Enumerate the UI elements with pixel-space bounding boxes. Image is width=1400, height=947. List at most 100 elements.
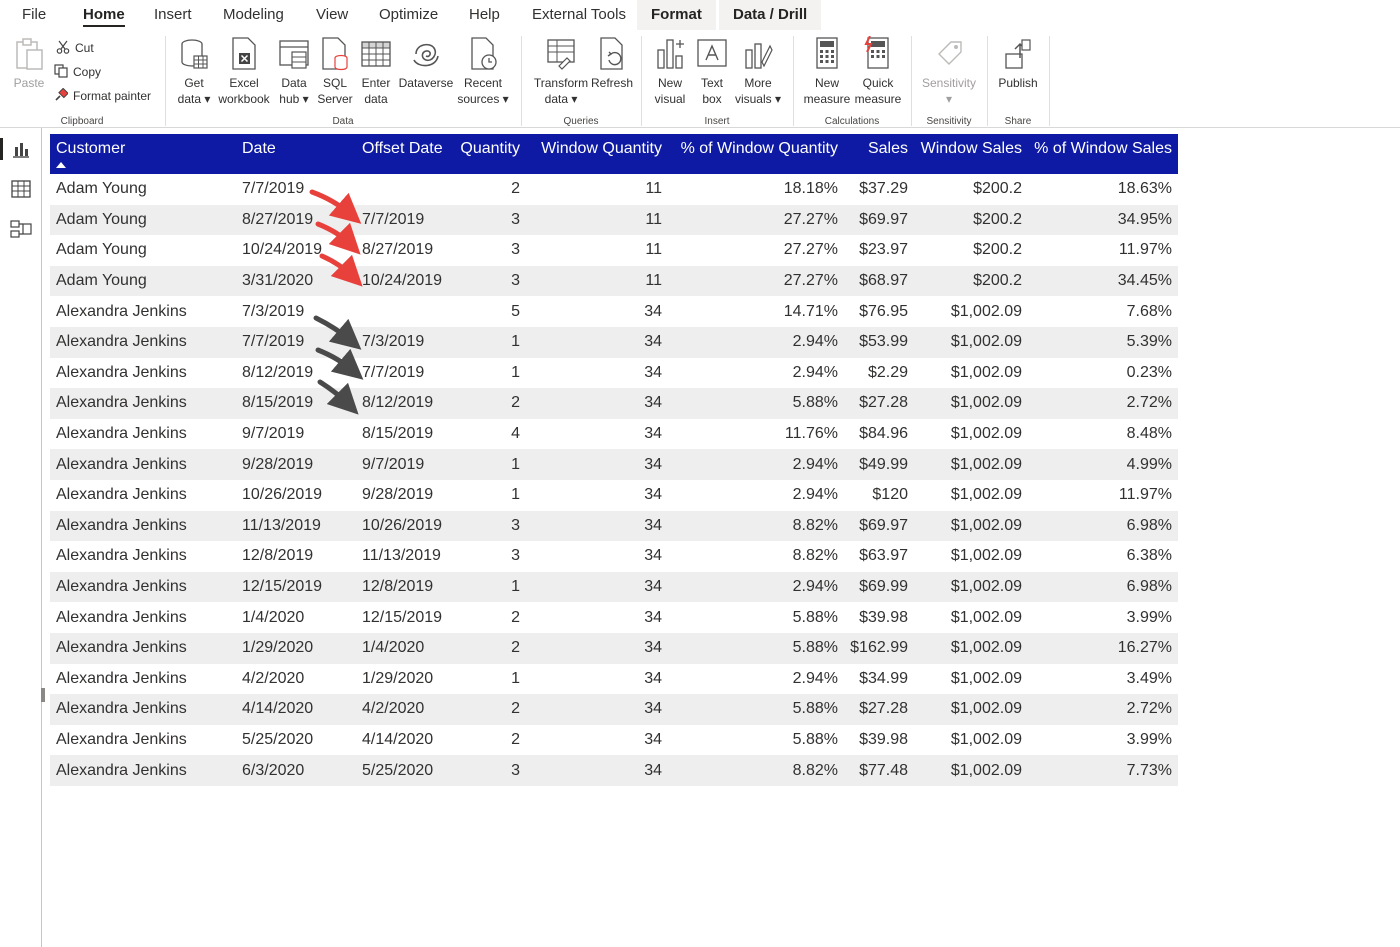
table-visual[interactable]: Customer Date Offset Date Quantity Windo… (50, 134, 1178, 786)
sql-server-button[interactable]: SQL Server (316, 36, 354, 107)
column-header-customer[interactable]: Customer (50, 134, 236, 174)
cell-customer: Alexandra Jenkins (50, 632, 236, 664)
table-row[interactable]: Alexandra Jenkins 8/12/2019 7/7/2019 1 34 2.9… (50, 358, 1178, 389)
cell-window-quantity: 11 (645, 180, 662, 198)
cell-sales: $69.97 (844, 510, 914, 542)
cell-window-quantity: 34 (644, 302, 662, 320)
publish-button[interactable]: Publish (994, 36, 1042, 91)
table-row[interactable]: Alexandra Jenkins 1/4/2020 12/15/2019 2 34 5.… (50, 602, 1178, 633)
table-row[interactable]: Alexandra Jenkins 4/14/2020 4/2/2020 2 34 5.8… (50, 694, 1178, 725)
cell-sales: $84.96 (859, 425, 908, 443)
cell-window-quantity: 34 (526, 388, 668, 419)
cell-window-sales: $1,002.09 (950, 669, 1022, 687)
cell-window-sales: $200.2 (914, 204, 1028, 236)
more-visuals-icon (742, 36, 774, 72)
column-header-sales[interactable]: Sales (844, 134, 914, 174)
cell-date: 10/24/2019 (242, 241, 323, 259)
cell-quantity: 2 (511, 180, 520, 198)
cell-date: 3/31/2020 (236, 265, 356, 297)
cell-pct-window-sales: 4.99% (1028, 449, 1178, 480)
column-header-pct-window-quantity[interactable]: % of Window Quantity (668, 134, 844, 174)
table-row[interactable]: Alexandra Jenkins 1/29/2020 1/4/2020 2 34 5.8… (50, 632, 1178, 664)
tab-insert[interactable]: Insert (154, 0, 192, 30)
table-row[interactable]: Alexandra Jenkins 5/25/2020 4/14/2020 2 34 5.… (50, 725, 1178, 756)
pane-resize-handle[interactable] (41, 688, 45, 702)
tab-help[interactable]: Help (469, 0, 500, 30)
refresh-button[interactable]: Refresh (590, 36, 634, 91)
sensitivity-group-label: Sensitivity (926, 116, 972, 127)
text-box-button[interactable]: Text box (694, 36, 730, 107)
cell-pct-window-quantity: 2.94% (668, 449, 844, 480)
tab-optimize[interactable]: Optimize (379, 0, 438, 30)
cell-pct-window-quantity: 5.88% (668, 632, 844, 664)
table-row[interactable]: Alexandra Jenkins 8/15/2019 8/12/2019 2 34 5.… (50, 388, 1178, 419)
tab-view[interactable]: View (316, 0, 348, 30)
column-header-quantity[interactable]: Quantity (452, 134, 526, 174)
tab-modeling[interactable]: Modeling (223, 0, 284, 30)
format-painter-button[interactable]: Format painter (54, 86, 151, 106)
column-header-window-quantity[interactable]: Window Quantity (526, 134, 668, 174)
recent-sources-button[interactable]: Recent sources ▾ (456, 36, 510, 107)
data-view-button[interactable] (8, 176, 34, 202)
cell-customer: Alexandra Jenkins (50, 326, 236, 358)
paste-button[interactable]: Paste (10, 36, 48, 91)
column-header-window-sales[interactable]: Window Sales (914, 134, 1028, 174)
tab-home[interactable]: Home (83, 0, 125, 30)
cell-quantity: 1 (452, 449, 526, 480)
cell-offset-date: 10/26/2019 (356, 510, 452, 542)
data-group: Get data ▾ Excel workbook Data hub ▾ SQL… (166, 30, 520, 128)
sensitivity-label-icon (933, 36, 965, 72)
column-header-pct-window-sales[interactable]: % of Window Sales (1028, 134, 1178, 174)
tab-file[interactable]: File (22, 0, 46, 30)
more-visuals-button[interactable]: More visuals ▾ (732, 36, 784, 107)
sensitivity-button[interactable]: Sensitivity ▾ (918, 36, 980, 107)
table-row[interactable]: Alexandra Jenkins 6/3/2020 5/25/2020 3 34 8.8… (50, 755, 1178, 786)
cut-button[interactable]: Cut (56, 38, 94, 58)
transform-data-button[interactable]: Transform data ▾ (530, 36, 592, 107)
model-view-button[interactable] (8, 216, 34, 242)
copy-button[interactable]: Copy (54, 62, 101, 82)
new-visual-button[interactable]: New visual (650, 36, 690, 107)
table-row[interactable]: Alexandra Jenkins 10/26/2019 9/28/2019 1 34 2… (50, 480, 1178, 511)
table-row[interactable]: Alexandra Jenkins 7/7/2019 7/3/2019 1 34 2.94… (50, 326, 1178, 358)
table-row[interactable]: Alexandra Jenkins 9/28/2019 9/7/2019 1 34 2.9… (50, 449, 1178, 480)
excel-workbook-button[interactable]: Excel workbook (216, 36, 272, 107)
data-hub-button[interactable]: Data hub ▾ (274, 36, 314, 107)
table-row[interactable]: Adam Young 3/31/2020 10/24/2019 3 11 27.27% $6… (50, 265, 1178, 297)
table-row[interactable]: Alexandra Jenkins 9/7/2019 8/15/2019 4 34 11.… (50, 419, 1178, 450)
cell-pct-window-sales: 3.49% (1126, 669, 1172, 687)
get-data-button[interactable]: Get data ▾ (172, 36, 216, 107)
cell-sales: $53.99 (844, 326, 914, 358)
tab-data-drill[interactable]: Data / Drill (719, 0, 822, 30)
table-row[interactable]: Alexandra Jenkins 4/2/2020 1/29/2020 1 34 2.9… (50, 664, 1178, 695)
table-row[interactable]: Adam Young 10/24/2019 8/27/2019 3 11 27.27% $2… (50, 235, 1178, 266)
insert-group: New visual Text box More visuals ▾ Inser… (642, 30, 792, 128)
cell-sales: $39.98 (859, 608, 908, 626)
cell-customer: Alexandra Jenkins (50, 510, 236, 542)
tab-format[interactable]: Format (637, 0, 716, 30)
enter-data-button[interactable]: Enter data (356, 36, 396, 107)
quick-measure-button[interactable]: Quick measure (852, 35, 904, 107)
cell-offset-date: 9/28/2019 (362, 486, 434, 504)
table-row[interactable]: Alexandra Jenkins 11/13/2019 10/26/2019 3 34… (50, 510, 1178, 542)
cell-window-quantity: 34 (526, 326, 668, 358)
column-header-date[interactable]: Date (236, 134, 356, 174)
transform-data-icon (545, 36, 577, 72)
table-row[interactable]: Alexandra Jenkins 12/8/2019 11/13/2019 3 34 8… (50, 541, 1178, 572)
table-row[interactable]: Adam Young 8/27/2019 7/7/2019 3 11 27.27% $69.… (50, 204, 1178, 236)
report-view-button[interactable] (0, 136, 34, 162)
cell-quantity: 3 (511, 547, 520, 565)
cell-window-quantity: 34 (526, 510, 668, 542)
cell-customer: Adam Young (50, 204, 236, 236)
cell-quantity: 1 (452, 326, 526, 358)
column-header-offset-date[interactable]: Offset Date (356, 134, 452, 174)
new-measure-button[interactable]: New measure (802, 36, 852, 107)
tab-external-tools[interactable]: External Tools (532, 0, 626, 30)
table-row[interactable]: Adam Young 7/7/2019 2 11 18.18% $37.29 $200.2 1… (50, 174, 1178, 205)
sql-server-icon (319, 36, 351, 72)
table-row[interactable]: Alexandra Jenkins 12/15/2019 12/8/2019 1 34 2… (50, 571, 1178, 603)
table-row[interactable]: Alexandra Jenkins 7/3/2019 5 34 14.71% $76.95… (50, 296, 1178, 327)
dataverse-button[interactable]: Dataverse (398, 36, 454, 91)
sort-ascending-icon (56, 162, 66, 168)
refresh-icon (596, 36, 628, 72)
